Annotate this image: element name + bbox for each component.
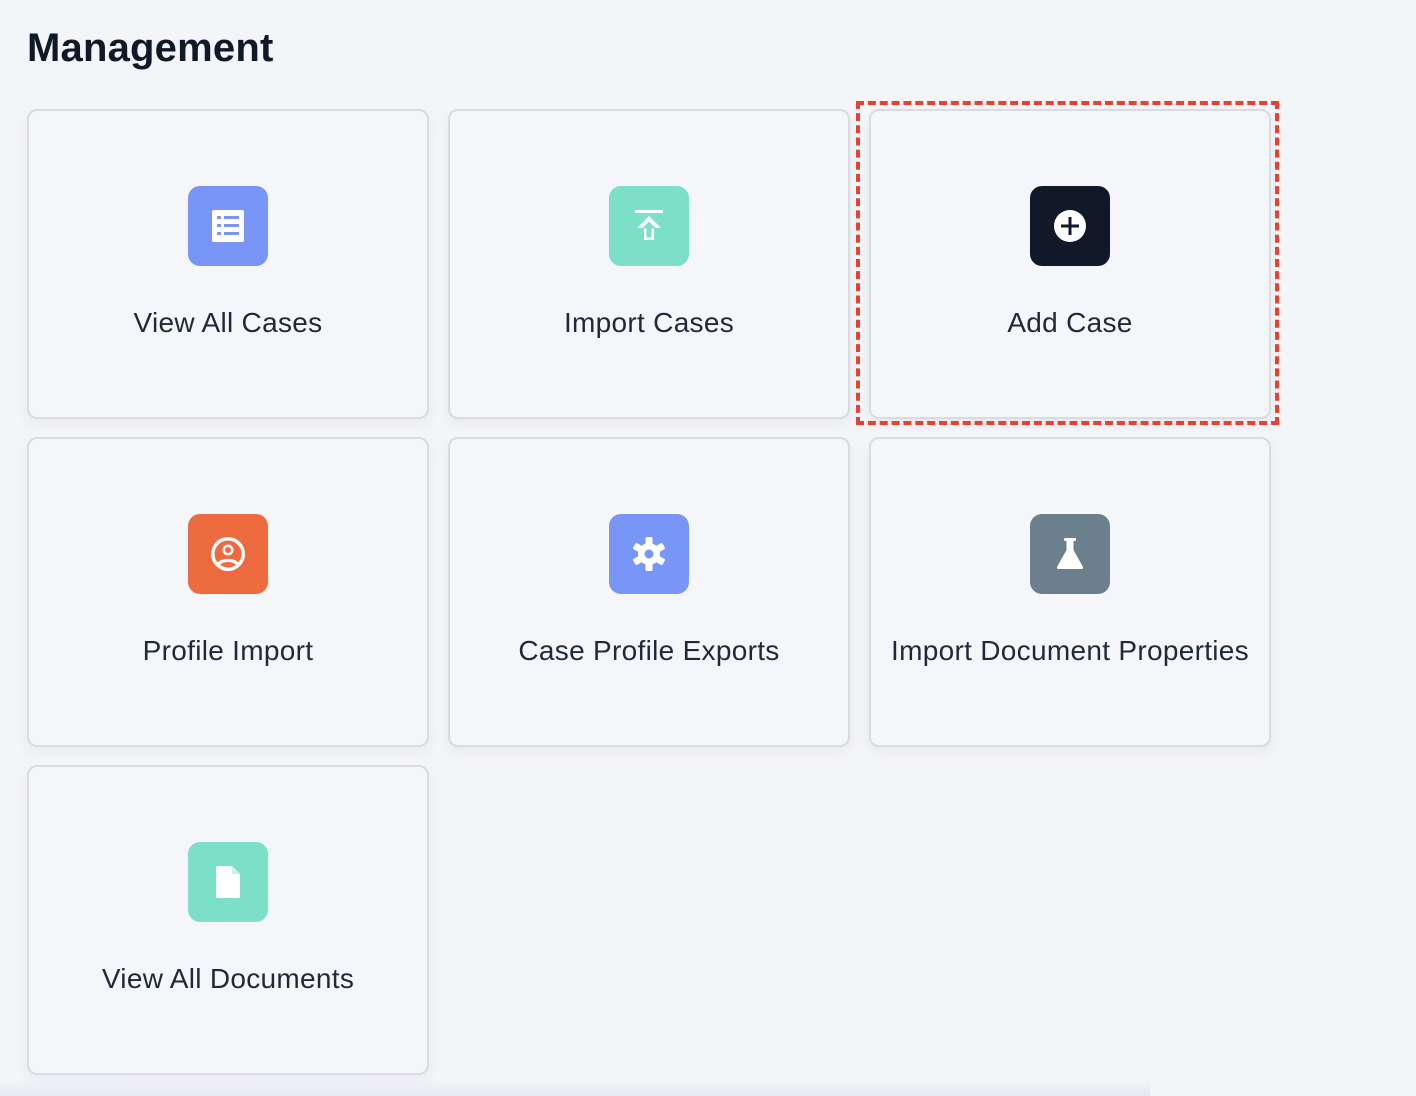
upload-icon bbox=[609, 186, 689, 266]
plus-circle-icon bbox=[1030, 186, 1110, 266]
import-cases-tile[interactable]: Import Cases bbox=[448, 109, 850, 419]
tile-label: Add Case bbox=[1007, 307, 1133, 338]
tile-label: Case Profile Exports bbox=[518, 635, 780, 666]
import-document-properties-tile[interactable]: Import Document Properties bbox=[869, 437, 1271, 747]
tile-label: Import Cases bbox=[563, 307, 735, 338]
tile-label: View All Cases bbox=[133, 307, 323, 338]
view-all-cases-tile[interactable]: View All Cases bbox=[27, 109, 429, 419]
flask-icon bbox=[1030, 514, 1110, 594]
profile-import-tile[interactable]: Profile Import bbox=[27, 437, 429, 747]
view-all-documents-tile[interactable]: View All Documents bbox=[27, 765, 429, 1075]
add-case-tile[interactable]: Add Case bbox=[869, 109, 1271, 419]
gear-icon bbox=[609, 514, 689, 594]
management-grid: View All Cases Import Cases Add Case Pro… bbox=[27, 109, 1271, 1075]
tile-label: View All Documents bbox=[101, 963, 355, 994]
tile-label: Profile Import bbox=[142, 635, 314, 666]
case-profile-exports-tile[interactable]: Case Profile Exports bbox=[448, 437, 850, 747]
page-title: Management bbox=[27, 26, 274, 70]
list-icon bbox=[188, 186, 268, 266]
bottom-scroll-shadow bbox=[0, 1080, 1150, 1096]
user-circle-icon bbox=[188, 514, 268, 594]
tile-label: Import Document Properties bbox=[891, 635, 1249, 666]
document-icon bbox=[188, 842, 268, 922]
